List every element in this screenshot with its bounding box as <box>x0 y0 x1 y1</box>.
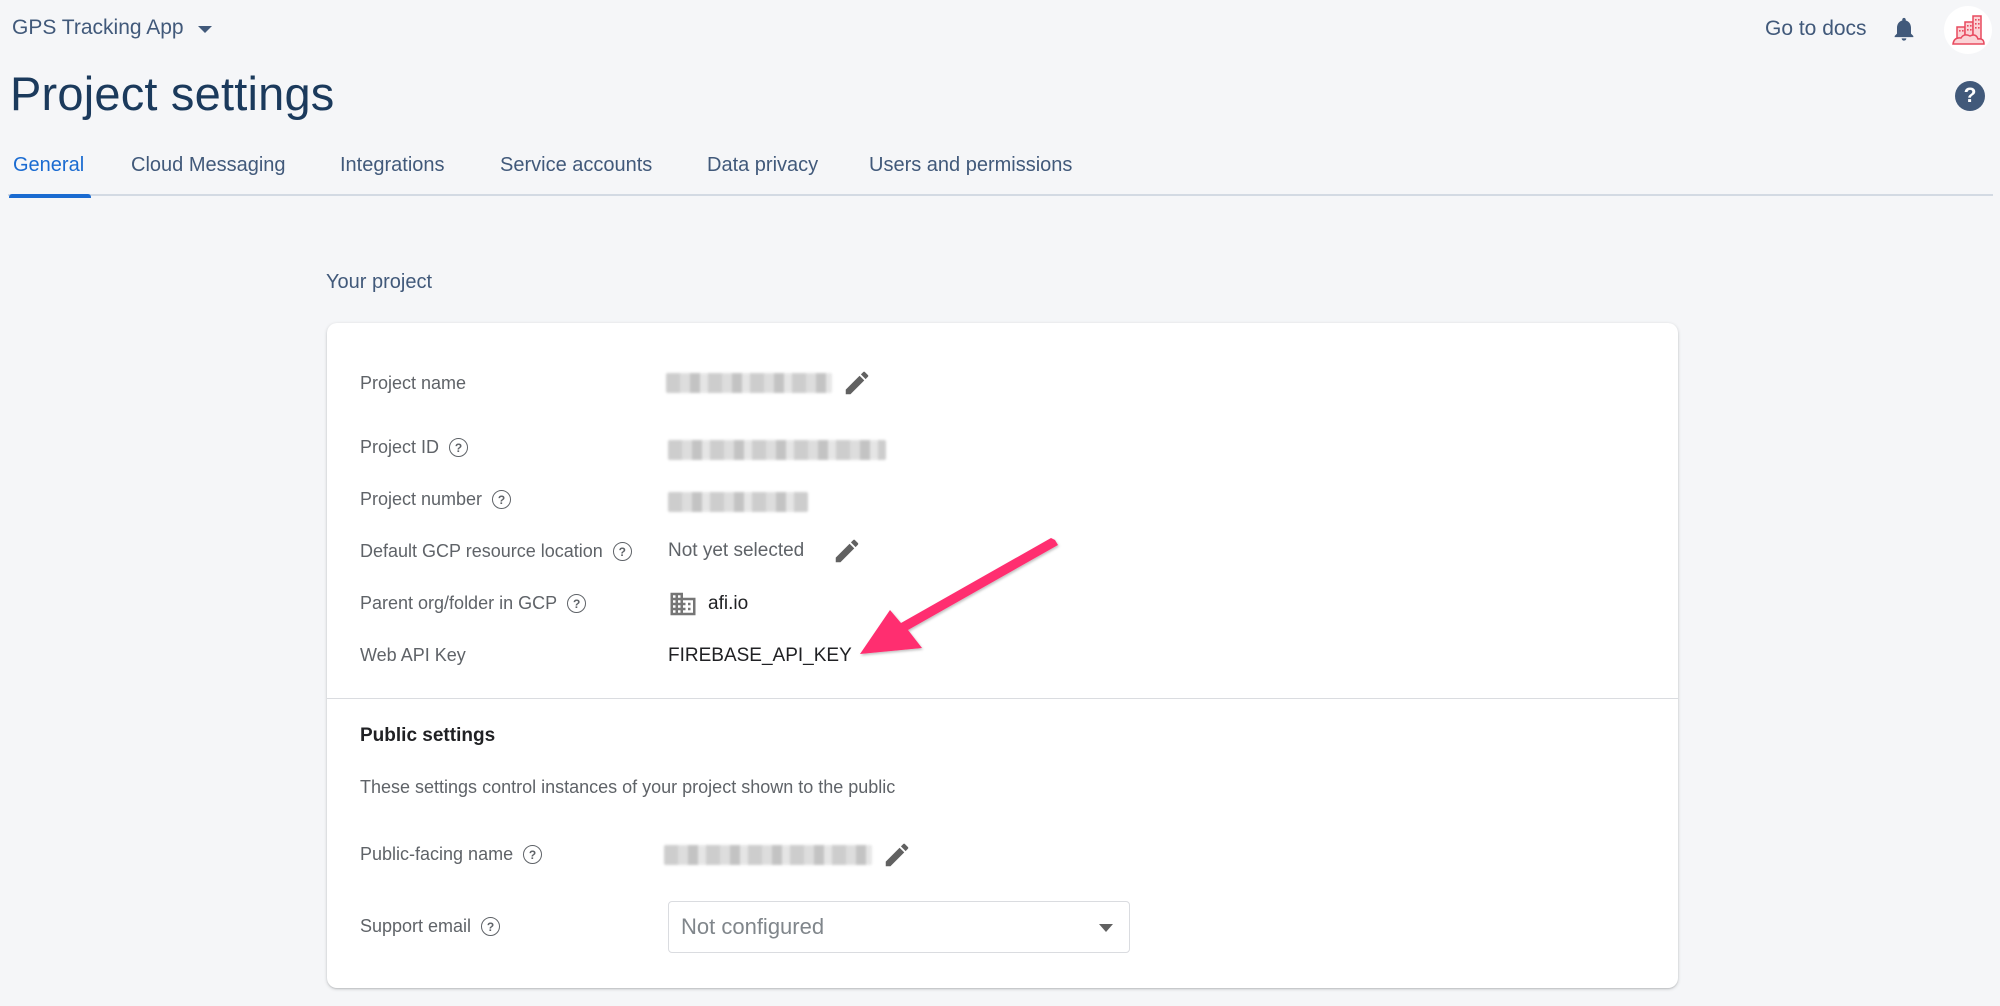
tab-label: General <box>13 154 85 176</box>
value-text: afi.io <box>708 593 749 614</box>
label-text: Web API Key <box>360 645 466 665</box>
dropdown-caret-icon <box>1099 924 1113 932</box>
tab-label: Users and permissions <box>869 154 1073 176</box>
redacted-value <box>668 492 808 512</box>
section-divider <box>327 698 1678 699</box>
tab-service-accounts[interactable]: Service accounts <box>500 154 652 177</box>
select-value: Not configured <box>681 914 825 939</box>
help-circle-icon[interactable]: ? <box>1955 81 1985 111</box>
redacted-value <box>666 373 832 393</box>
label-text: Project name <box>360 373 467 393</box>
tab-general[interactable]: General <box>9 154 91 198</box>
caret-down-icon <box>197 25 212 33</box>
public-settings-heading: Public settings <box>360 725 496 746</box>
domain-building-icon <box>670 592 696 616</box>
tab-label: Data privacy <box>707 154 819 176</box>
edit-pencil-icon[interactable] <box>832 536 862 566</box>
avatar[interactable] <box>1944 6 1992 54</box>
edit-pencil-icon[interactable] <box>882 840 912 870</box>
gcp-location-label: Default GCP resource location ? <box>360 541 632 562</box>
redacted-value <box>664 845 872 865</box>
tab-cloud-messaging[interactable]: Cloud Messaging <box>131 154 286 177</box>
tab-label: Cloud Messaging <box>131 154 286 176</box>
value-text: Not yet selected <box>668 540 805 561</box>
help-icon[interactable]: ? <box>567 594 587 613</box>
project-switcher[interactable]: GPS Tracking App <box>12 16 212 40</box>
help-icon[interactable]: ? <box>481 917 501 936</box>
page-title: Project settings <box>10 67 335 120</box>
value-text: FIREBASE_API_KEY <box>668 645 852 666</box>
settings-tabs: General Cloud Messaging Integrations Ser… <box>8 150 1993 198</box>
your-project-heading: Your project <box>326 271 432 293</box>
project-name-value <box>666 368 872 398</box>
project-name: GPS Tracking App <box>12 16 184 39</box>
label-text: Parent org/folder in GCP <box>360 593 558 613</box>
label-text: Default GCP resource location <box>360 541 603 561</box>
support-email-label: Support email ? <box>360 916 501 937</box>
public-facing-name-value <box>664 840 912 870</box>
web-api-key-value: FIREBASE_API_KEY <box>668 645 852 667</box>
label-text: Support email <box>360 916 472 936</box>
project-id-value <box>668 440 886 460</box>
help-icon[interactable]: ? <box>492 490 512 509</box>
active-tab-indicator <box>9 194 91 198</box>
gcp-location-value: Not yet selected <box>668 536 862 566</box>
redacted-value <box>668 440 886 460</box>
project-number-value <box>668 492 808 512</box>
edit-pencil-icon[interactable] <box>842 368 872 398</box>
project-id-label: Project ID ? <box>360 437 469 458</box>
public-facing-name-label: Public-facing name ? <box>360 844 543 865</box>
parent-org-label: Parent org/folder in GCP ? <box>360 593 587 614</box>
bell-icon[interactable] <box>1890 14 1918 44</box>
help-icon[interactable]: ? <box>449 438 469 457</box>
parent-org-value: afi.io <box>668 589 748 619</box>
tab-label: Integrations <box>340 154 445 176</box>
help-icon[interactable]: ? <box>612 542 632 561</box>
label-text: Public-facing name <box>360 844 514 864</box>
tab-data-privacy[interactable]: Data privacy <box>707 154 818 177</box>
label-text: Project ID <box>360 437 440 457</box>
support-email-select[interactable]: Not configured <box>668 901 1130 953</box>
tab-integrations[interactable]: Integrations <box>340 154 445 177</box>
public-settings-description: These settings control instances of your… <box>360 777 896 797</box>
label-text: Project number <box>360 489 483 509</box>
project-settings-card: Project name Project ID ? Project number… <box>327 323 1678 988</box>
web-api-key-label: Web API Key <box>360 645 466 666</box>
tab-label: Service accounts <box>500 154 653 176</box>
project-name-label: Project name <box>360 373 466 394</box>
project-number-label: Project number ? <box>360 489 512 510</box>
city-buildings-icon <box>1952 15 1985 45</box>
tab-users-and-permissions[interactable]: Users and permissions <box>869 154 1072 177</box>
help-icon[interactable]: ? <box>523 845 543 864</box>
go-to-docs-link[interactable]: Go to docs <box>1765 17 1867 41</box>
